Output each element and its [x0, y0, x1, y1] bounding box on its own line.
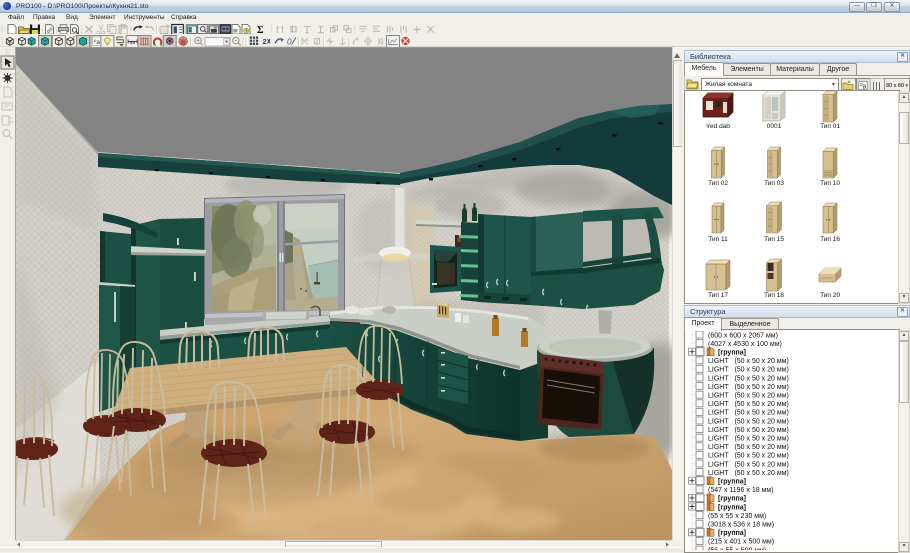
svg-text:(3018 x 536 x 18 мм): (3018 x 536 x 18 мм) [708, 522, 774, 529]
svg-text:LIGHT (50 x 50 x 20 мм): LIGHT (50 x 50 x 20 мм) [708, 470, 789, 477]
svg-text:LIGHT (50 x 50 x 20 мм): LIGHT (50 x 50 x 20 мм) [708, 461, 789, 468]
svg-text:нм: нм [130, 40, 136, 45]
svg-text:(600 x 600 x 2067 мм): (600 x 600 x 2067 мм) [708, 332, 778, 339]
svg-text:LIGHT (50 x 50 x 20 мм): LIGHT (50 x 50 x 20 мм) [708, 401, 789, 408]
svg-text:(215 x 401 x 500 мм): (215 x 401 x 500 мм) [708, 539, 774, 546]
svg-text:(55 x 55 x 500 мм): (55 x 55 x 500 мм) [708, 547, 766, 550]
svg-text:[группа]: [группа] [718, 504, 746, 511]
svg-text:LIGHT (50 x 50 x 20 мм): LIGHT (50 x 50 x 20 мм) [708, 410, 789, 417]
svg-text:LIGHT (50 x 50 x 20 мм): LIGHT (50 x 50 x 20 мм) [708, 453, 789, 460]
svg-text:LIGHT (50 x 50 x 20 мм): LIGHT (50 x 50 x 20 мм) [708, 436, 789, 443]
svg-text:LIGHT (50 x 50 x 20 мм): LIGHT (50 x 50 x 20 мм) [708, 375, 789, 382]
svg-text:[группа]: [группа] [718, 479, 746, 486]
svg-text:LIGHT (50 x 50 x 20 мм): LIGHT (50 x 50 x 20 мм) [708, 367, 789, 374]
svg-text:0: 0 [287, 38, 292, 47]
svg-text:LIGHT (50 x 50 x 20 мм): LIGHT (50 x 50 x 20 мм) [708, 427, 789, 434]
svg-text:LIGHT (50 x 50 x 20 мм): LIGHT (50 x 50 x 20 мм) [708, 444, 789, 451]
svg-text:[группа]: [группа] [718, 530, 746, 537]
svg-text:[группа]: [группа] [718, 496, 746, 503]
svg-text:(547 x 1196 x 18 мм): (547 x 1196 x 18 мм) [708, 487, 774, 494]
svg-text:(4027 x 4530 x 100 мм): (4027 x 4530 x 100 мм) [708, 341, 782, 348]
svg-text:LIGHT (50 x 50 x 20 мм): LIGHT (50 x 50 x 20 мм) [708, 358, 789, 365]
svg-text:LIGHT (50 x 50 x 20 мм): LIGHT (50 x 50 x 20 мм) [708, 418, 789, 425]
svg-text:LIGHT (50 x 50 x 20 мм): LIGHT (50 x 50 x 20 мм) [708, 384, 789, 391]
svg-text:2: 2 [263, 37, 267, 46]
svg-text:[группа]: [группа] [718, 350, 746, 357]
svg-text:(55 x 55 x 230 мм): (55 x 55 x 230 мм) [708, 513, 766, 520]
svg-text:ºa: ºa [94, 39, 100, 46]
svg-text:LIGHT (50 x 50 x 20 мм): LIGHT (50 x 50 x 20 мм) [708, 393, 789, 400]
